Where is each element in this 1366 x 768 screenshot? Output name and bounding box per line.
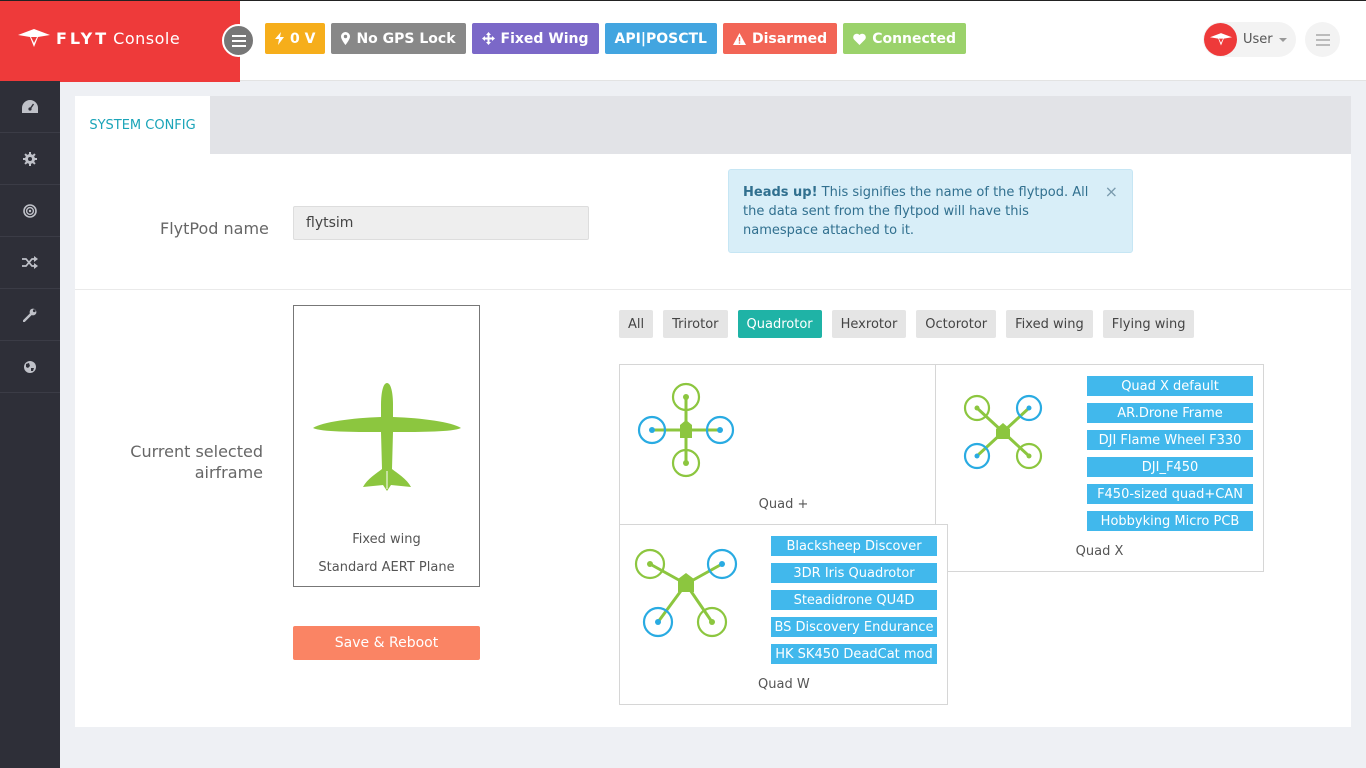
user-menu-button[interactable]: User bbox=[1203, 22, 1296, 57]
airframe-filter-bar: All Trirotor Quadrotor Hexrotor Octoroto… bbox=[619, 310, 1204, 338]
vehicle-type-badge[interactable]: Fixed Wing bbox=[471, 23, 599, 54]
variant-quad-x-default[interactable]: Quad X default bbox=[1087, 376, 1253, 396]
map-marker-icon bbox=[341, 32, 351, 45]
current-airframe-label: Current selected airframe bbox=[130, 442, 263, 482]
quad-plus-title: Quad + bbox=[758, 497, 809, 512]
tab-system-config[interactable]: SYSTEM CONFIG bbox=[75, 96, 210, 154]
save-reboot-button[interactable]: Save & Reboot bbox=[293, 626, 480, 660]
flight-mode-badge[interactable]: API|POSCTL bbox=[604, 23, 717, 54]
filter-quadrotor[interactable]: Quadrotor bbox=[737, 310, 822, 338]
sidebar-item-tools[interactable] bbox=[0, 289, 60, 341]
flytpod-name-label: FlytPod name bbox=[160, 219, 269, 238]
sidebar-item-shuffle[interactable] bbox=[0, 237, 60, 289]
filter-octorotor[interactable]: Octorotor bbox=[916, 310, 997, 338]
sidebar-item-settings[interactable] bbox=[0, 133, 60, 185]
quad-x-title: Quad X bbox=[1075, 544, 1124, 559]
heads-up-alert: Heads up! This signifies the name of the… bbox=[728, 169, 1133, 253]
status-badges: 0 V No GPS Lock Fixed Wing API|POSCTL Di… bbox=[265, 23, 967, 54]
tab-bar: SYSTEM CONFIG bbox=[75, 96, 1351, 154]
variant-steadidrone-qu4d[interactable]: Steadidrone QU4D bbox=[771, 590, 937, 610]
fixed-wing-plane-icon bbox=[313, 383, 461, 491]
variant-dji-f450[interactable]: DJI_F450 bbox=[1087, 457, 1253, 477]
quad-x-diagram-icon bbox=[963, 394, 1043, 470]
globe-icon bbox=[24, 360, 36, 373]
hamburger-icon bbox=[1315, 33, 1330, 46]
sidebar bbox=[0, 81, 60, 768]
selected-airframe-card[interactable]: Fixed wing Standard AERT Plane bbox=[293, 305, 480, 587]
gps-status-badge[interactable]: No GPS Lock bbox=[331, 23, 466, 54]
flytpod-name-input[interactable] bbox=[293, 206, 589, 240]
gear-icon bbox=[23, 151, 37, 166]
alert-close-button[interactable]: × bbox=[1105, 182, 1118, 201]
dashboard-gauge-icon bbox=[22, 100, 38, 113]
move-arrows-icon bbox=[481, 32, 495, 45]
variant-dji-f330[interactable]: DJI Flame Wheel F330 bbox=[1087, 430, 1253, 450]
user-name: User bbox=[1243, 32, 1273, 47]
caret-down-icon bbox=[1278, 37, 1287, 42]
alert-title: Heads up! bbox=[743, 185, 818, 200]
filter-trirotor[interactable]: Trirotor bbox=[663, 310, 728, 338]
flyt-logo-icon bbox=[1209, 32, 1232, 45]
arm-status-badge[interactable]: Disarmed bbox=[722, 23, 838, 54]
heart-icon bbox=[853, 33, 866, 45]
selected-airframe-name: Standard AERT Plane bbox=[318, 560, 455, 575]
sidebar-item-target[interactable] bbox=[0, 185, 60, 237]
filter-fixed-wing[interactable]: Fixed wing bbox=[1006, 310, 1093, 338]
airframe-card-quad-w[interactable]: Blacksheep Discover 3DR Iris Quadrotor S… bbox=[619, 524, 948, 705]
selected-airframe-type: Fixed wing bbox=[352, 532, 421, 547]
wrench-icon bbox=[23, 308, 37, 322]
battery-voltage-badge[interactable]: 0 V bbox=[265, 23, 326, 54]
variant-hobbyking-micro-pcb[interactable]: Hobbyking Micro PCB bbox=[1087, 511, 1253, 531]
connection-status-badge[interactable]: Connected bbox=[843, 23, 967, 54]
variant-3dr-iris[interactable]: 3DR Iris Quadrotor bbox=[771, 563, 937, 583]
airframe-card-quad-x[interactable]: Quad X default AR.Drone Frame DJI Flame … bbox=[935, 364, 1264, 572]
options-menu-button[interactable] bbox=[1305, 22, 1340, 57]
sidebar-item-globe[interactable] bbox=[0, 341, 60, 393]
quad-w-title: Quad W bbox=[758, 677, 810, 692]
warning-icon bbox=[732, 32, 746, 45]
bolt-icon bbox=[275, 32, 284, 45]
filter-hexrotor[interactable]: Hexrotor bbox=[831, 310, 907, 338]
sidebar-item-dashboard[interactable] bbox=[0, 81, 60, 133]
filter-flying-wing[interactable]: Flying wing bbox=[1102, 310, 1195, 338]
filter-all[interactable]: All bbox=[619, 310, 654, 338]
avatar bbox=[1204, 23, 1237, 56]
variant-hk-sk450-deadcat[interactable]: HK SK450 DeadCat mod bbox=[771, 644, 937, 664]
brand-logo[interactable]: FLYT Console bbox=[0, 1, 240, 82]
section-divider bbox=[75, 289, 1351, 290]
menu-toggle-button[interactable] bbox=[222, 24, 255, 57]
quad-plus-diagram-icon bbox=[637, 382, 735, 478]
target-icon bbox=[23, 203, 37, 218]
airframe-card-quad-plus[interactable]: Quad + bbox=[619, 364, 936, 525]
flyt-logo-icon bbox=[18, 29, 50, 47]
variant-bs-discovery-endurance[interactable]: BS Discovery Endurance bbox=[771, 617, 937, 637]
quad-w-diagram-icon bbox=[634, 548, 738, 638]
hamburger-icon bbox=[231, 34, 246, 47]
variant-f450-quad-can[interactable]: F450-sized quad+CAN bbox=[1087, 484, 1253, 504]
variant-ar-drone-frame[interactable]: AR.Drone Frame bbox=[1087, 403, 1253, 423]
shuffle-icon bbox=[22, 256, 38, 269]
brand-text: FLYT Console bbox=[56, 29, 181, 48]
variant-blacksheep-discover[interactable]: Blacksheep Discover bbox=[771, 536, 937, 556]
top-bar: FLYT Console 0 V No GPS Lock Fixed Wing A… bbox=[0, 0, 1366, 82]
